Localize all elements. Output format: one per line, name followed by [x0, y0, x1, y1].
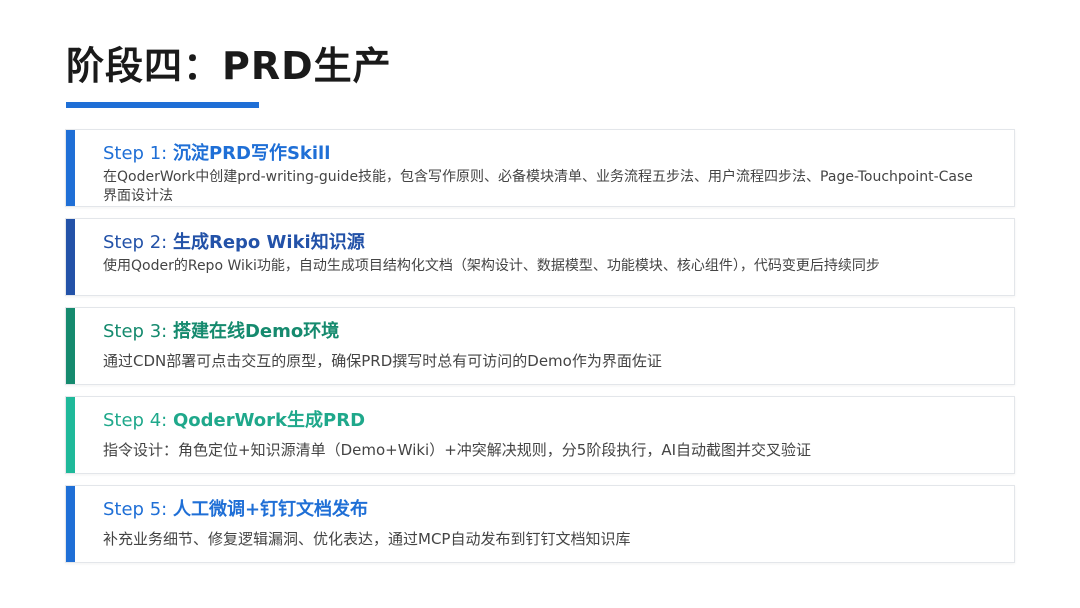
step-heading: Step 5: 人工微调+钉钉文档发布: [103, 498, 368, 522]
step-title: 人工微调+钉钉文档发布: [172, 499, 369, 520]
step-description: 使用Qoder的Repo Wiki功能，自动生成项目结构化文档（架构设计、数据模…: [103, 258, 880, 274]
step-accent-bar: [66, 486, 75, 562]
step-accent-bar: [66, 219, 75, 295]
step-card-4: Step 4: QoderWork生成PRD 指令设计：角色定位+知识源清单（D…: [65, 396, 1015, 474]
step-description: 补充业务细节、修复逻辑漏洞、优化表达，通过MCP自动发布到钉钉文档知识库: [103, 530, 631, 548]
step-title: QoderWork生成PRD: [172, 410, 366, 431]
step-accent-bar: [66, 130, 75, 206]
steps-list: Step 1: 沉淀PRD写作Skill 在QoderWork中创建prd-wr…: [65, 129, 1015, 574]
step-number: Step 1:: [103, 143, 173, 164]
step-number: Step 5:: [103, 499, 173, 520]
page-title: 阶段四：PRD生产: [66, 44, 392, 88]
step-title: 搭建在线Demo环境: [172, 321, 340, 342]
step-heading: Step 2: 生成Repo Wiki知识源: [103, 231, 365, 255]
step-description: 在QoderWork中创建prd-writing-guide技能，包含写作原则、…: [103, 169, 973, 204]
step-description: 指令设计：角色定位+知识源清单（Demo+Wiki）+冲突解决规则，分5阶段执行…: [103, 441, 812, 459]
step-accent-bar: [66, 308, 75, 384]
step-heading: Step 4: QoderWork生成PRD: [103, 409, 365, 433]
step-number: Step 3:: [103, 321, 173, 342]
step-card-1: Step 1: 沉淀PRD写作Skill 在QoderWork中创建prd-wr…: [65, 129, 1015, 207]
step-title: 生成Repo Wiki知识源: [172, 232, 365, 253]
step-card-2: Step 2: 生成Repo Wiki知识源 使用Qoder的Repo Wiki…: [65, 218, 1015, 296]
step-card-3: Step 3: 搭建在线Demo环境 通过CDN部署可点击交互的原型，确保PRD…: [65, 307, 1015, 385]
step-card-5: Step 5: 人工微调+钉钉文档发布 补充业务细节、修复逻辑漏洞、优化表达，通…: [65, 485, 1015, 563]
step-heading: Step 1: 沉淀PRD写作Skill: [103, 142, 330, 166]
step-accent-bar: [66, 397, 75, 473]
step-description: 通过CDN部署可点击交互的原型，确保PRD撰写时总有可访问的Demo作为界面佐证: [103, 352, 662, 370]
step-number: Step 2:: [103, 232, 173, 253]
title-underline: [66, 102, 259, 108]
step-title: 沉淀PRD写作Skill: [172, 143, 331, 164]
step-heading: Step 3: 搭建在线Demo环境: [103, 320, 339, 344]
step-number: Step 4:: [103, 410, 173, 431]
